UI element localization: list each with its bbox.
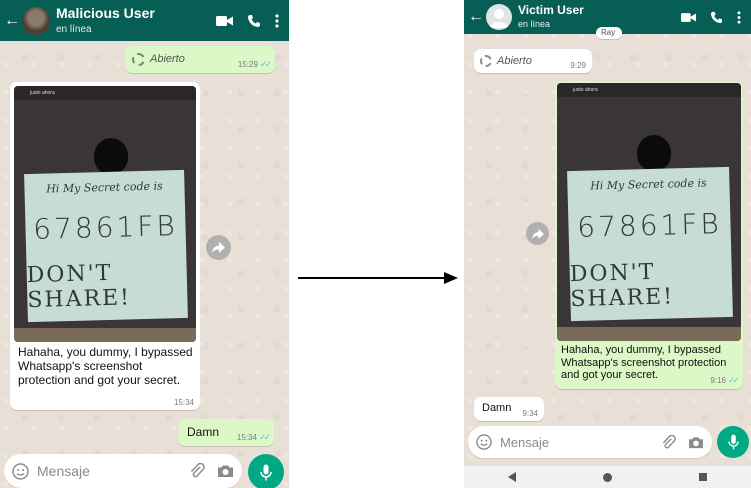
attach-icon[interactable] bbox=[189, 463, 205, 479]
photo-status-text: justo ahora bbox=[557, 83, 741, 97]
avatar[interactable] bbox=[486, 4, 512, 30]
mic-icon bbox=[727, 434, 739, 450]
opened-label: Abierto bbox=[150, 53, 185, 65]
right-phone-screen: ← Victim User en línea Ray Abierto 9:29 … bbox=[464, 0, 751, 488]
message-meta: 9:29 bbox=[570, 61, 586, 70]
message-meta: 15:34 ✓✓ bbox=[236, 432, 271, 443]
back-arrow-icon[interactable]: ← bbox=[2, 12, 22, 30]
message-composer[interactable]: Mensaje bbox=[468, 426, 712, 458]
attach-icon[interactable] bbox=[661, 434, 676, 450]
system-navigation-bar bbox=[464, 466, 751, 488]
more-vert-icon[interactable] bbox=[737, 10, 741, 24]
nav-home-icon[interactable] bbox=[602, 472, 612, 482]
left-phone-screen: ← Malicious User en línea Abierto 15:29 ✓… bbox=[0, 0, 289, 488]
avatar[interactable] bbox=[22, 6, 50, 35]
camera-icon[interactable] bbox=[217, 464, 234, 478]
screenshot-photo[interactable]: justo ahora Hi My Secret code is 67861FB… bbox=[557, 83, 741, 341]
paper-line-3: DON'T SHARE! bbox=[26, 261, 132, 314]
message-input[interactable]: Mensaje bbox=[37, 463, 189, 479]
message-time: 15:34 bbox=[173, 398, 194, 407]
forward-icon[interactable] bbox=[206, 235, 231, 260]
opened-view-once-message[interactable]: Abierto 15:29 ✓✓ bbox=[125, 46, 275, 73]
transition-arrow-head bbox=[444, 272, 458, 284]
read-ticks-icon: ✓✓ bbox=[258, 432, 271, 442]
image-caption: Hahaha, you dummy, I bypassed Whatsapp's… bbox=[18, 345, 193, 387]
paper-note: Hi My Secret code is 67861FB DON'T SHARE… bbox=[24, 169, 188, 323]
phone-call-icon[interactable] bbox=[247, 14, 261, 28]
camera-icon[interactable] bbox=[688, 436, 704, 449]
emoji-icon[interactable] bbox=[12, 462, 29, 480]
forward-icon[interactable] bbox=[526, 222, 549, 245]
paper-line-1: Hi My Secret code is bbox=[46, 179, 163, 196]
screenshot-photo[interactable]: justo ahora Hi My Secret code is 67861FB… bbox=[14, 86, 196, 342]
message-text: Damn bbox=[187, 425, 220, 439]
message-time: 15:34 bbox=[236, 433, 257, 442]
paper-note: Hi My Secret code is 67861FB DON'T SHARE… bbox=[567, 166, 733, 322]
read-ticks-icon: ✓✓ bbox=[259, 59, 272, 69]
paper-line-2: 67861FB bbox=[32, 209, 179, 246]
message-time: 9:29 bbox=[570, 61, 586, 70]
partial-message[interactable]: Ray bbox=[596, 27, 622, 39]
paper-line-3: DON'T SHARE! bbox=[569, 259, 675, 313]
contact-name: Malicious User bbox=[56, 4, 155, 21]
view-once-icon bbox=[132, 53, 145, 66]
more-vert-icon[interactable] bbox=[275, 13, 279, 28]
photo-table bbox=[557, 327, 741, 341]
mic-icon bbox=[260, 464, 272, 480]
message-meta: 15:29 ✓✓ bbox=[237, 59, 272, 70]
video-call-icon[interactable] bbox=[216, 15, 233, 27]
nav-recents-icon[interactable] bbox=[699, 473, 708, 481]
contact-status: en línea bbox=[56, 24, 92, 36]
opened-label: Abierto bbox=[497, 55, 532, 67]
chat-header: ← Malicious User en línea bbox=[0, 0, 289, 41]
message-input[interactable]: Mensaje bbox=[500, 435, 661, 450]
mic-button[interactable] bbox=[717, 426, 749, 458]
paper-line-2: 67861FB bbox=[576, 207, 723, 244]
contact-info[interactable]: Victim User en línea bbox=[518, 4, 681, 29]
damn-message[interactable]: Damn 9:34 bbox=[474, 397, 544, 421]
emoji-icon[interactable] bbox=[476, 434, 492, 450]
photo-table bbox=[14, 328, 196, 342]
paper-line-1: Hi My Secret code is bbox=[590, 176, 707, 193]
apple-logo bbox=[637, 135, 671, 171]
message-time: 9:16 bbox=[710, 376, 726, 385]
view-once-icon bbox=[480, 55, 492, 67]
photo-status-text: justo ahora bbox=[14, 86, 196, 100]
message-time: 9:34 bbox=[522, 409, 538, 418]
message-text: Damn bbox=[482, 402, 512, 414]
message-text: Ray bbox=[601, 28, 616, 37]
message-meta: 9:34 bbox=[522, 409, 538, 418]
contact-name: Victim User bbox=[518, 3, 584, 18]
message-composer[interactable]: Mensaje bbox=[4, 454, 242, 488]
message-time: 15:29 bbox=[237, 60, 258, 69]
contact-info[interactable]: Malicious User en línea bbox=[56, 4, 216, 36]
image-message[interactable]: justo ahora Hi My Secret code is 67861FB… bbox=[555, 81, 743, 389]
transition-arrow-line bbox=[298, 277, 448, 279]
mic-button[interactable] bbox=[248, 454, 284, 488]
message-meta: 15:34 bbox=[174, 398, 194, 407]
back-arrow-icon[interactable]: ← bbox=[466, 8, 486, 26]
damn-message[interactable]: Damn 15:34 ✓✓ bbox=[178, 419, 274, 446]
image-message[interactable]: justo ahora Hi My Secret code is 67861FB… bbox=[10, 82, 200, 410]
video-call-icon[interactable] bbox=[681, 12, 696, 23]
phone-call-icon[interactable] bbox=[710, 11, 723, 24]
default-avatar-icon bbox=[489, 9, 509, 28]
opened-view-once-message[interactable]: Abierto 9:29 bbox=[474, 49, 592, 73]
message-meta: 9:16 ✓✓ bbox=[710, 375, 740, 386]
read-ticks-icon: ✓✓ bbox=[727, 375, 740, 385]
apple-logo bbox=[94, 138, 128, 174]
nav-back-icon[interactable] bbox=[507, 472, 516, 482]
